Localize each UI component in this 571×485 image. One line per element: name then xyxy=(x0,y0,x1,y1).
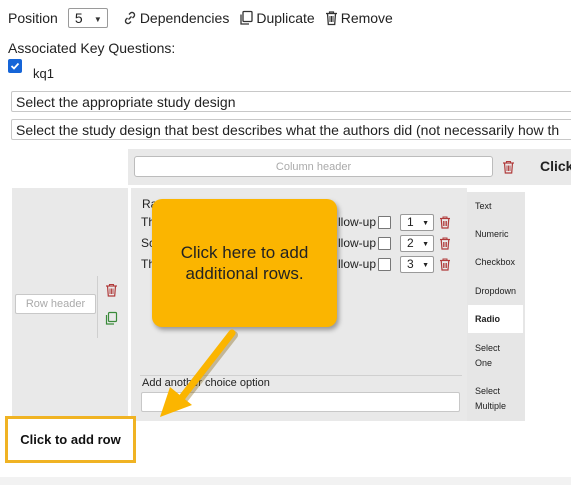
type-dropdown[interactable]: Dropdown xyxy=(468,284,523,298)
choice-row-3: llow-up 3 ▼ xyxy=(338,255,435,273)
chevron-down-icon: ▼ xyxy=(422,240,430,248)
remove-label: Remove xyxy=(340,10,393,26)
tutorial-callout: Click here to add additional rows. xyxy=(152,199,337,327)
choice-2-followup-checkbox[interactable] xyxy=(378,236,392,250)
type-text[interactable]: Text xyxy=(468,199,523,213)
question-toolbar: Position 5 ▼ Dependencies Duplicate Remo… xyxy=(8,6,402,30)
choice-2-trash-icon[interactable] xyxy=(439,237,451,253)
position-label: Position xyxy=(8,10,58,26)
column-trash-icon[interactable] xyxy=(502,160,515,177)
trash-icon xyxy=(325,11,337,26)
choice-3-followup: llow-up xyxy=(338,257,377,271)
position-select[interactable]: 5 ▼ xyxy=(67,8,108,28)
key-questions-heading: Associated Key Questions: xyxy=(8,40,176,56)
row-copy-icon[interactable] xyxy=(104,311,118,329)
row-divider xyxy=(97,276,98,338)
choice-1-trash-icon[interactable] xyxy=(439,216,451,232)
choice-row-1: llow-up 1 ▼ xyxy=(338,213,435,231)
choice-3-trash-icon[interactable] xyxy=(439,258,451,274)
choice-1-number-select[interactable]: 1 ▼ xyxy=(400,213,435,231)
checkmark-icon xyxy=(10,62,20,70)
add-row-button[interactable]: Click to add row xyxy=(5,416,136,463)
callout-text: Click here to add additional rows. xyxy=(180,243,309,283)
choice-1-number: 1 xyxy=(407,215,414,229)
type-numeric[interactable]: Numeric xyxy=(468,227,523,241)
choice-1-followup-checkbox[interactable] xyxy=(378,215,392,229)
dependencies-label: Dependencies xyxy=(139,10,230,26)
position-value: 5 xyxy=(74,10,83,26)
type-select-one[interactable]: Select One xyxy=(468,341,514,371)
choice-3-number-select[interactable]: 3 ▼ xyxy=(400,255,435,273)
remove-button[interactable]: Remove xyxy=(324,10,393,26)
type-checkbox[interactable]: Checkbox xyxy=(468,255,523,269)
choice-3-followup-checkbox[interactable] xyxy=(378,257,392,271)
choice-1-followup: llow-up xyxy=(338,215,377,229)
duplicate-button[interactable]: Duplicate xyxy=(238,10,315,26)
chevron-down-icon: ▼ xyxy=(422,261,430,269)
choice-2-number: 2 xyxy=(407,236,414,250)
column-header-input[interactable]: Column header xyxy=(134,156,493,177)
row-trash-icon[interactable] xyxy=(105,283,118,300)
duplicate-label: Duplicate xyxy=(256,10,315,26)
bottom-bar xyxy=(0,477,571,485)
question-description-input[interactable]: Select the study design that best descri… xyxy=(11,119,571,140)
chevron-down-icon: ▼ xyxy=(93,15,102,24)
dependencies-button[interactable]: Dependencies xyxy=(122,10,230,26)
choice-3-number: 3 xyxy=(407,257,414,271)
click-truncated-label: Click xyxy=(540,158,571,174)
callout-arrow-icon xyxy=(160,329,238,417)
copy-icon xyxy=(240,10,253,25)
kq1-checkbox[interactable] xyxy=(8,59,22,73)
row-header-input[interactable]: Row header xyxy=(15,294,96,314)
choice-2-followup: llow-up xyxy=(338,236,377,250)
choice-row-2: llow-up 2 ▼ xyxy=(338,234,435,252)
type-radio[interactable]: Radio xyxy=(468,305,523,333)
chevron-down-icon: ▼ xyxy=(422,219,430,227)
question-title-input[interactable]: Select the appropriate study design xyxy=(11,91,571,112)
type-select-multiple[interactable]: Select Multiple xyxy=(468,384,518,414)
kq1-label: kq1 xyxy=(33,66,54,81)
link-icon xyxy=(124,11,135,25)
choice-2-number-select[interactable]: 2 ▼ xyxy=(400,234,435,252)
